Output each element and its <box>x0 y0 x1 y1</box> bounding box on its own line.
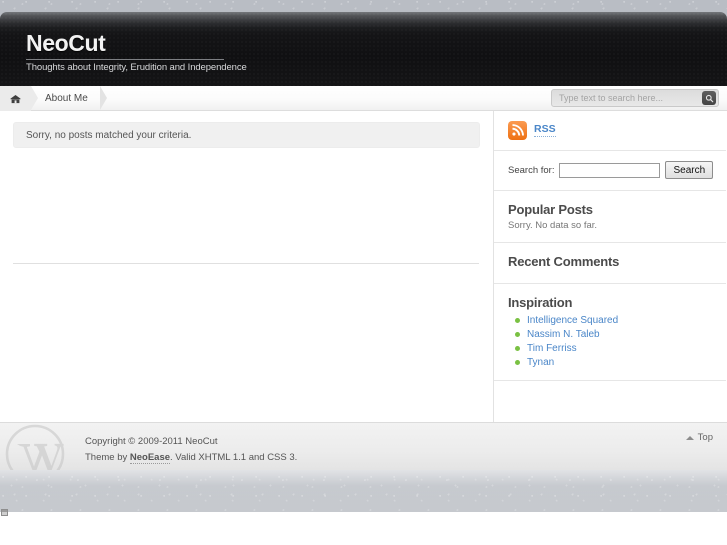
nav-menu: About Me <box>0 86 107 111</box>
sidebar: RSS Search for: Search Popular Posts Sor… <box>494 111 726 422</box>
search-icon <box>705 94 713 102</box>
footer-copyright: Copyright © 2009-2011 NeoCut <box>85 436 218 447</box>
bullet-icon <box>515 359 520 365</box>
widget-rss: RSS <box>494 111 726 151</box>
list-item[interactable]: Tynan <box>508 355 712 369</box>
list-item[interactable]: Tim Ferriss <box>508 341 712 355</box>
nav-item-label: About Me <box>45 93 88 104</box>
header-search-input[interactable] <box>559 93 702 103</box>
title-divider <box>26 59 224 60</box>
sidebar-search-button[interactable]: Search <box>665 161 714 179</box>
nav-item-arrow <box>99 86 107 110</box>
content-divider <box>13 263 479 264</box>
bullet-icon <box>515 317 520 323</box>
inspiration-list: Intelligence Squared Nassim N. Taleb Tim… <box>508 313 712 369</box>
footer-theme-prefix: Theme by <box>85 451 130 463</box>
footer-theme-author-link[interactable]: NeoEase <box>129 451 171 464</box>
back-to-top-label: Top <box>697 432 713 443</box>
header-search-button[interactable] <box>702 91 716 105</box>
inspiration-link[interactable]: Nassim N. Taleb <box>527 329 600 340</box>
home-icon <box>10 94 21 104</box>
sidebar-search-input[interactable] <box>559 162 661 178</box>
page-viewport: NeoCut Thoughts about Integrity, Eruditi… <box>0 0 727 545</box>
main-content: Sorry, no posts matched your criteria. <box>0 111 494 422</box>
navigation-bar: About Me <box>0 86 727 111</box>
branding: NeoCut Thoughts about Integrity, Eruditi… <box>26 32 247 73</box>
popular-posts-note: Sorry. No data so far. <box>508 220 598 231</box>
widget-recent-comments: Recent Comments <box>494 243 726 284</box>
site-description: Thoughts about Integrity, Erudition and … <box>26 62 247 73</box>
widget-search: Search for: Search <box>494 151 726 191</box>
list-item[interactable]: Nassim N. Taleb <box>508 327 712 341</box>
bullet-icon <box>515 331 520 337</box>
caret-up-icon <box>685 435 694 440</box>
wordpress-logo-icon <box>4 423 66 470</box>
footer-theme-suffix: . Valid XHTML 1.1 and CSS 3. <box>170 451 298 463</box>
nav-item-about-me[interactable]: About Me <box>31 86 107 111</box>
widget-popular-posts: Popular Posts Sorry. No data so far. <box>494 191 726 243</box>
rss-link[interactable]: RSS <box>534 124 556 137</box>
site-header: NeoCut Thoughts about Integrity, Eruditi… <box>0 12 727 86</box>
body-wrapper: Sorry, no posts matched your criteria. R… <box>0 111 727 422</box>
site-footer: Copyright © 2009-2011 NeoCut Theme by Ne… <box>0 422 727 470</box>
stray-status-icon <box>1 509 8 516</box>
bullet-icon <box>515 345 520 351</box>
site-title[interactable]: NeoCut <box>26 32 247 55</box>
inspiration-title: Inspiration <box>508 295 573 310</box>
recent-comments-title: Recent Comments <box>508 254 620 269</box>
nav-item-home[interactable] <box>0 86 38 111</box>
shell-reflection <box>0 470 727 512</box>
rss-icon[interactable] <box>508 121 527 140</box>
header-search-box[interactable] <box>551 89 719 107</box>
widget-inspiration: Inspiration Intelligence Squared Nassim … <box>494 284 726 381</box>
inspiration-link[interactable]: Tynan <box>527 357 554 368</box>
popular-posts-title: Popular Posts <box>508 202 593 217</box>
search-label: Search for: <box>508 164 555 176</box>
inspiration-link[interactable]: Tim Ferriss <box>527 343 577 354</box>
back-to-top-link[interactable]: Top <box>685 432 713 443</box>
widget-spacer <box>494 381 726 403</box>
footer-theme-credit: Theme by NeoEase. Valid XHTML 1.1 and CS… <box>85 450 297 466</box>
footer-text: Copyright © 2009-2011 NeoCut Theme by Ne… <box>85 434 297 465</box>
inspiration-link[interactable]: Intelligence Squared <box>527 315 618 326</box>
no-posts-notice: Sorry, no posts matched your criteria. <box>13 122 480 148</box>
list-item[interactable]: Intelligence Squared <box>508 313 712 327</box>
